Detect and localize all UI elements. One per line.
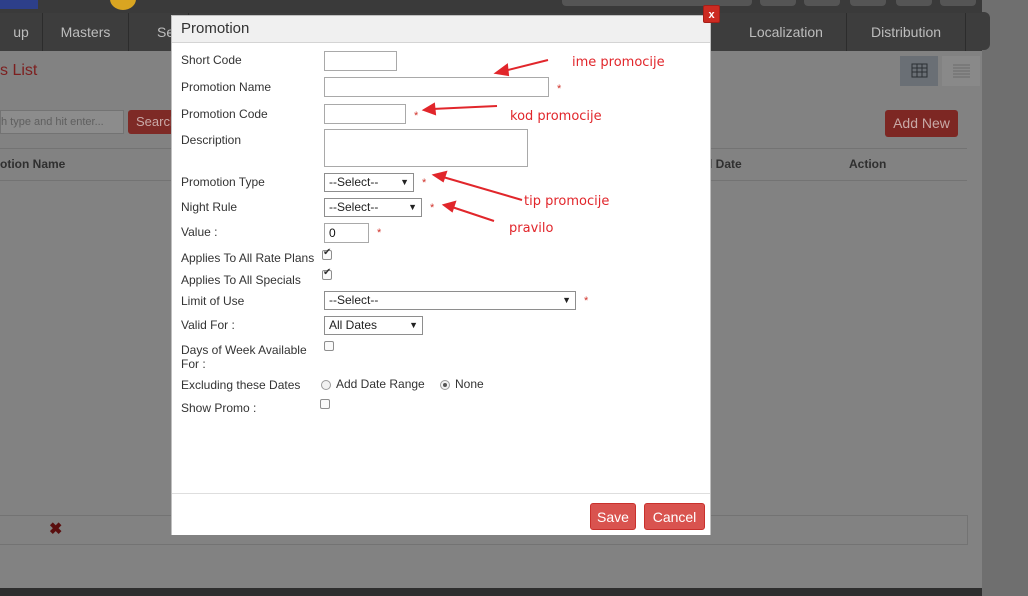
promotion-type-select[interactable]: --Select-- ▼ [324, 173, 414, 192]
description-textarea[interactable] [324, 129, 528, 167]
annotation-rule: pravilo [509, 221, 554, 236]
required-marker: * [584, 295, 589, 307]
modal-footer: Save Cancel [172, 493, 710, 535]
sun-logo-icon [110, 0, 136, 10]
value-label: Value : [181, 225, 218, 239]
promotion-code-label: Promotion Code [181, 107, 268, 121]
top-icon-2 [804, 0, 840, 6]
grid-icon [911, 63, 928, 78]
promotion-modal: Promotion Short Code Promotion Name * Pr… [171, 15, 711, 535]
required-marker: * [422, 177, 427, 189]
show-promo-label: Show Promo : [181, 401, 257, 415]
required-marker: * [430, 202, 435, 214]
valid-for-value: All Dates [329, 318, 378, 332]
top-icon-5 [940, 0, 976, 6]
applies-rate-plans-label: Applies To All Rate Plans [181, 251, 315, 265]
right-strip [982, 0, 1028, 596]
promotion-name-input[interactable] [324, 77, 549, 97]
night-rule-label: Night Rule [181, 200, 238, 214]
nav-end-cap [982, 12, 990, 50]
modal-header: Promotion [172, 16, 710, 43]
night-rule-select[interactable]: --Select-- ▼ [324, 198, 422, 217]
top-icon-3 [850, 0, 886, 6]
modal-title: Promotion [181, 20, 250, 37]
applies-specials-label: Applies To All Specials [181, 273, 301, 287]
short-code-label: Short Code [181, 53, 242, 67]
annotation-name: ime promocije [572, 55, 665, 70]
applies-specials-checkbox[interactable] [322, 267, 332, 280]
list-icon [953, 64, 970, 78]
valid-for-label: Valid For : [181, 318, 235, 332]
none-radio[interactable] [440, 380, 450, 390]
annotation-code: kod promocije [510, 109, 602, 124]
cancel-button[interactable]: Cancel [644, 503, 705, 530]
top-icon-4 [896, 0, 932, 6]
add-date-range-radio[interactable] [321, 380, 331, 390]
x-mark-icon[interactable]: ✖ [49, 519, 62, 539]
chevron-down-icon: ▼ [400, 177, 409, 187]
chevron-down-icon: ▼ [409, 320, 418, 330]
logo [0, 0, 38, 9]
applies-rate-plans-checkbox[interactable] [322, 247, 332, 260]
chevron-down-icon: ▼ [562, 295, 571, 305]
limit-of-use-value: --Select-- [329, 293, 379, 307]
footer-bar [0, 588, 982, 596]
show-promo-checkbox[interactable] [320, 399, 330, 409]
page-title: s List [0, 62, 38, 79]
promotion-type-label: Promotion Type [181, 175, 265, 189]
nav-item-masters[interactable]: Masters [43, 13, 129, 51]
description-label: Description [181, 133, 242, 147]
none-label: None [455, 377, 484, 391]
promotion-name-label: Promotion Name [181, 80, 272, 94]
limit-of-use-label: Limit of Use [181, 294, 245, 308]
required-marker: * [557, 83, 562, 95]
list-search-input[interactable]: h type and hit enter... [0, 110, 124, 134]
valid-for-select[interactable]: All Dates ▼ [324, 316, 423, 335]
add-date-range-label: Add Date Range [336, 377, 425, 391]
save-button[interactable]: Save [590, 503, 636, 530]
chevron-down-icon: ▼ [408, 202, 417, 212]
required-marker: * [377, 227, 382, 239]
column-promotion-name: otion Name [0, 157, 66, 171]
top-search-pill [562, 0, 752, 6]
days-of-week-label-line2: For : [181, 357, 206, 371]
promotion-type-value: --Select-- [329, 175, 379, 189]
top-icon-1 [760, 0, 796, 6]
days-of-week-label: Days of Week Available [181, 343, 307, 357]
annotation-type: tip promocije [524, 194, 610, 209]
night-rule-value: --Select-- [329, 200, 379, 214]
excluding-dates-label: Excluding these Dates [181, 378, 301, 392]
required-marker: * [414, 110, 419, 122]
list-view-toggle[interactable] [942, 56, 980, 86]
top-bar [0, 0, 982, 13]
grid-view-toggle[interactable] [900, 56, 938, 86]
value-input[interactable] [324, 223, 369, 243]
add-new-button[interactable]: Add New [885, 110, 958, 137]
close-icon[interactable]: x [703, 5, 720, 23]
search-button[interactable]: Search [128, 110, 177, 134]
nav-item-localization[interactable]: Localization [726, 13, 847, 51]
short-code-input[interactable] [324, 51, 397, 71]
nav-item-setup[interactable]: up [0, 13, 43, 51]
days-of-week-checkbox[interactable] [324, 341, 334, 351]
limit-of-use-select[interactable]: --Select-- ▼ [324, 291, 576, 310]
promotion-code-input[interactable] [324, 104, 406, 124]
column-action: Action [849, 157, 887, 171]
nav-item-distribution[interactable]: Distribution [847, 13, 966, 51]
